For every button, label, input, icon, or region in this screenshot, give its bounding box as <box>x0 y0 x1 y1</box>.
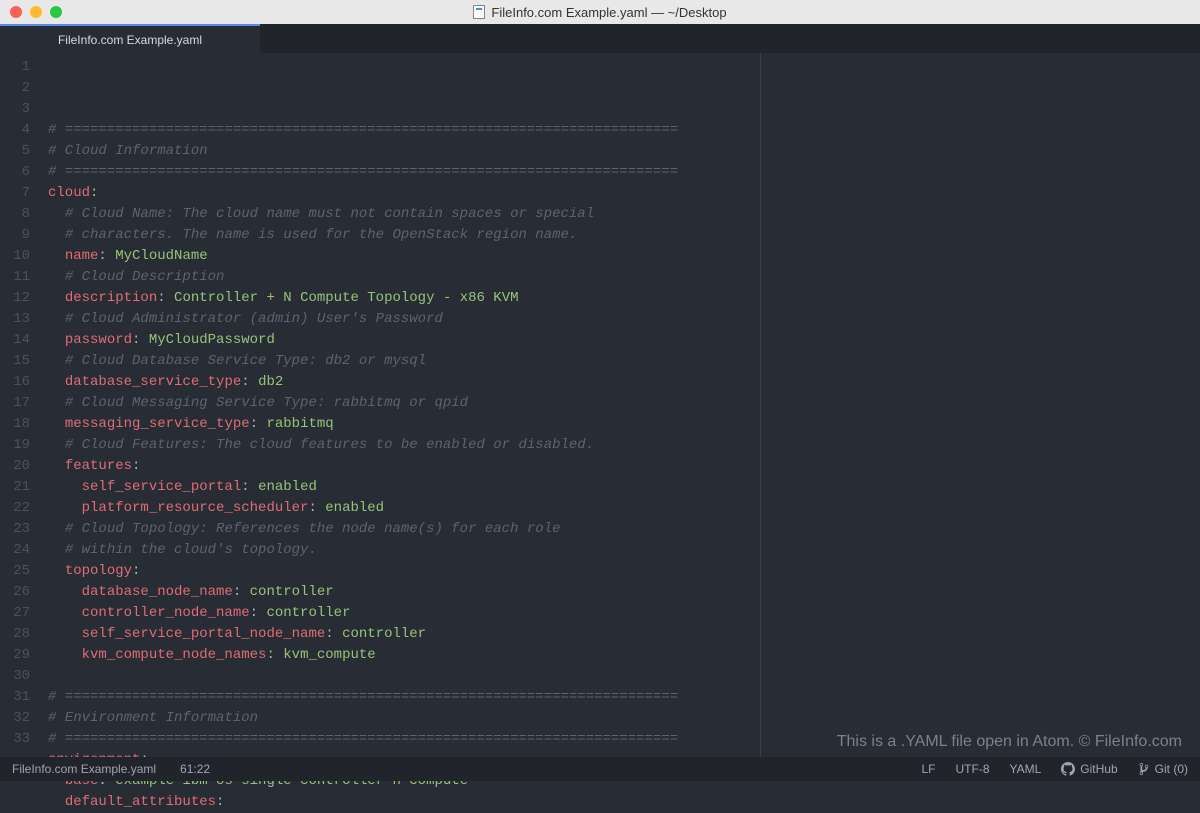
line-number: 20 <box>0 456 40 477</box>
line-number: 8 <box>0 204 40 225</box>
status-bar: FileInfo.com Example.yaml 61:22 LF UTF-8… <box>0 757 1200 781</box>
code-line[interactable]: kvm_compute_node_names: kvm_compute <box>48 645 1200 666</box>
code-line[interactable]: # ======================================… <box>48 120 1200 141</box>
line-number: 19 <box>0 435 40 456</box>
code-line[interactable]: cloud: <box>48 183 1200 204</box>
line-number: 9 <box>0 225 40 246</box>
status-filename[interactable]: FileInfo.com Example.yaml <box>12 762 156 776</box>
minimize-window-button[interactable] <box>30 6 42 18</box>
line-number: 29 <box>0 645 40 666</box>
line-number: 33 <box>0 729 40 750</box>
code-line[interactable]: # Cloud Administrator (admin) User's Pas… <box>48 309 1200 330</box>
status-grammar[interactable]: YAML <box>1010 762 1042 776</box>
line-number: 15 <box>0 351 40 372</box>
line-number: 4 <box>0 120 40 141</box>
code-line[interactable]: database_node_name: controller <box>48 582 1200 603</box>
git-branch-icon <box>1138 762 1150 776</box>
code-line[interactable]: messaging_service_type: rabbitmq <box>48 414 1200 435</box>
code-line[interactable]: # Cloud Name: The cloud name must not co… <box>48 204 1200 225</box>
status-line-ending[interactable]: LF <box>921 762 935 776</box>
watermark-text: This is a .YAML file open in Atom. © Fil… <box>837 733 1182 751</box>
line-number: 10 <box>0 246 40 267</box>
code-line[interactable]: # Cloud Information <box>48 141 1200 162</box>
code-line[interactable]: controller_node_name: controller <box>48 603 1200 624</box>
line-number: 11 <box>0 267 40 288</box>
line-number: 21 <box>0 477 40 498</box>
window-titlebar: FileInfo.com Example.yaml — ~/Desktop <box>0 0 1200 24</box>
line-number: 5 <box>0 141 40 162</box>
line-number: 2 <box>0 78 40 99</box>
code-line[interactable]: # Cloud Database Service Type: db2 or my… <box>48 351 1200 372</box>
line-number: 14 <box>0 330 40 351</box>
status-git-label: Git (0) <box>1155 762 1188 776</box>
code-line[interactable]: # ======================================… <box>48 162 1200 183</box>
code-line[interactable]: # characters. The name is used for the O… <box>48 225 1200 246</box>
editor[interactable]: 1234567891011121314151617181920212223242… <box>0 53 1200 757</box>
wrap-guide <box>760 53 761 757</box>
status-git[interactable]: Git (0) <box>1138 762 1188 776</box>
code-line[interactable] <box>48 666 1200 687</box>
line-number: 31 <box>0 687 40 708</box>
line-number: 17 <box>0 393 40 414</box>
line-number: 24 <box>0 540 40 561</box>
code-line[interactable]: # ======================================… <box>48 687 1200 708</box>
code-line[interactable]: platform_resource_scheduler: enabled <box>48 498 1200 519</box>
github-icon <box>1061 762 1075 776</box>
code-line[interactable]: # Cloud Topology: References the node na… <box>48 519 1200 540</box>
code-line[interactable]: # Cloud Features: The cloud features to … <box>48 435 1200 456</box>
line-number: 27 <box>0 603 40 624</box>
tab-bar: FileInfo.com Example.yaml <box>0 24 1200 53</box>
code-line[interactable]: # Environment Information <box>48 708 1200 729</box>
line-number: 23 <box>0 519 40 540</box>
line-number: 7 <box>0 183 40 204</box>
status-github-label: GitHub <box>1080 762 1117 776</box>
line-number: 25 <box>0 561 40 582</box>
status-encoding[interactable]: UTF-8 <box>956 762 990 776</box>
code-line[interactable]: features: <box>48 456 1200 477</box>
window-title: FileInfo.com Example.yaml — ~/Desktop <box>0 5 1200 20</box>
status-github[interactable]: GitHub <box>1061 762 1117 776</box>
line-number: 6 <box>0 162 40 183</box>
line-number: 32 <box>0 708 40 729</box>
line-number: 26 <box>0 582 40 603</box>
line-number: 3 <box>0 99 40 120</box>
line-number: 13 <box>0 309 40 330</box>
line-number: 28 <box>0 624 40 645</box>
line-number: 12 <box>0 288 40 309</box>
code-line[interactable]: # Cloud Description <box>48 267 1200 288</box>
window-title-text: FileInfo.com Example.yaml — ~/Desktop <box>491 5 726 20</box>
code-line[interactable]: topology: <box>48 561 1200 582</box>
code-line[interactable]: # within the cloud's topology. <box>48 540 1200 561</box>
document-icon <box>473 5 485 19</box>
code-line[interactable]: name: MyCloudName <box>48 246 1200 267</box>
code-line[interactable]: password: MyCloudPassword <box>48 330 1200 351</box>
zoom-window-button[interactable] <box>50 6 62 18</box>
line-number: 30 <box>0 666 40 687</box>
code-line[interactable]: self_service_portal_node_name: controlle… <box>48 624 1200 645</box>
code-line[interactable]: self_service_portal: enabled <box>48 477 1200 498</box>
line-number: 16 <box>0 372 40 393</box>
traffic-lights <box>0 6 62 18</box>
line-number: 18 <box>0 414 40 435</box>
code-line[interactable]: default_attributes: <box>48 792 1200 813</box>
code-line[interactable]: database_service_type: db2 <box>48 372 1200 393</box>
line-number: 22 <box>0 498 40 519</box>
line-number: 1 <box>0 57 40 78</box>
code-line[interactable]: description: Controller + N Compute Topo… <box>48 288 1200 309</box>
code-line[interactable]: # Cloud Messaging Service Type: rabbitmq… <box>48 393 1200 414</box>
tab-label: FileInfo.com Example.yaml <box>58 33 202 47</box>
close-window-button[interactable] <box>10 6 22 18</box>
tab-active[interactable]: FileInfo.com Example.yaml <box>0 24 260 53</box>
code-area[interactable]: # ======================================… <box>40 53 1200 757</box>
status-cursor-position[interactable]: 61:22 <box>180 762 210 776</box>
line-number-gutter: 1234567891011121314151617181920212223242… <box>0 53 40 757</box>
